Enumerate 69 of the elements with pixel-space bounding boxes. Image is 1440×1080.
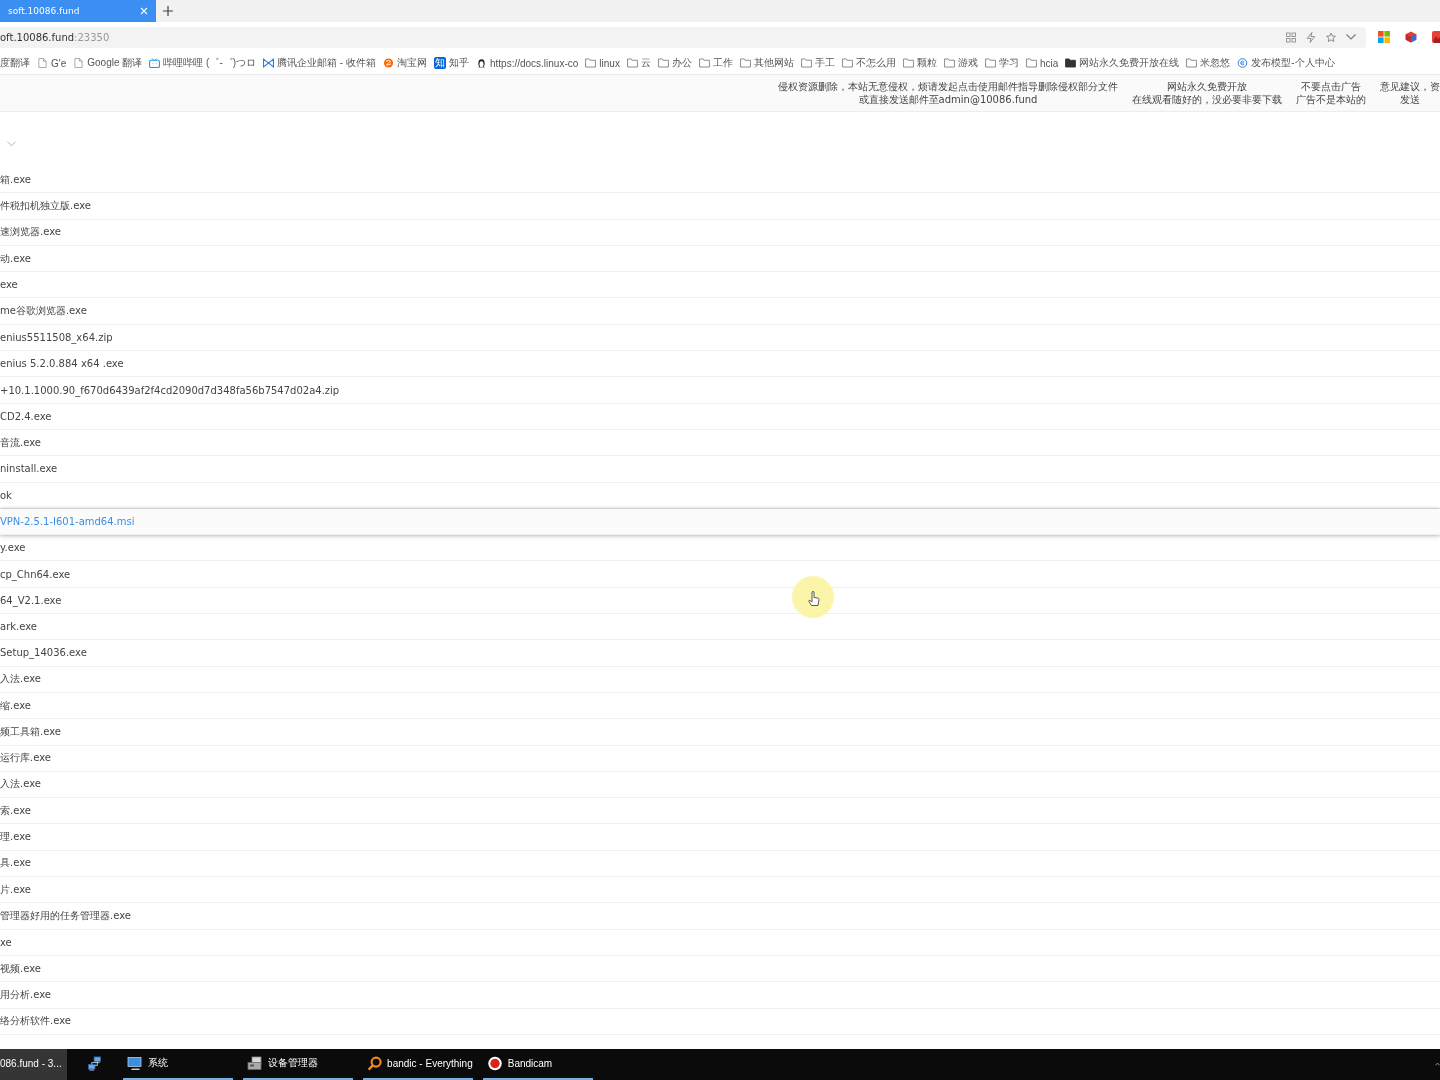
grid-icon[interactable] (1286, 31, 1296, 43)
chevron-up-icon[interactable] (1435, 1061, 1440, 1066)
folder-icon (984, 58, 996, 68)
tv-icon (149, 58, 161, 68)
folder-icon (902, 58, 914, 68)
taskbar-button[interactable]: Bandicam (482, 1048, 593, 1080)
folder-icon (943, 58, 955, 68)
url-field[interactable]: oft.10086.fund:23350 (0, 31, 110, 43)
bookmark-folder[interactable]: 云 (626, 56, 651, 70)
search-icon (366, 1055, 383, 1071)
lightning-icon[interactable] (1306, 31, 1316, 43)
bookmark-folder[interactable]: 学习 (984, 56, 1019, 70)
bookmark-link[interactable]: Google 翻译 (73, 56, 143, 70)
star-icon[interactable] (1326, 31, 1336, 43)
notice-text: 网站永久免费开放 在线观看随好的，没必要非要下载 (1132, 80, 1282, 106)
notice-text: 意见建议，资 发送 (1380, 80, 1440, 106)
bookmark-folder[interactable]: linux (585, 57, 620, 69)
bookmark-folder[interactable]: 游戏 (943, 56, 978, 70)
bookmark-link[interactable]: 腾讯企业邮箱 - 收件箱 (263, 56, 376, 70)
computer-icon (126, 1055, 143, 1071)
tiles-icon[interactable] (1378, 31, 1390, 43)
bookmark-folder[interactable]: 其他网站 (739, 56, 794, 70)
bookmark-link[interactable]: G'e (37, 57, 67, 69)
bookmark-link[interactable]: 度翻译 (0, 56, 30, 70)
chevron-down-icon[interactable] (7, 141, 16, 147)
bookmark-folder[interactable]: hcia (1025, 57, 1059, 69)
bookmark-link[interactable]: 发布模型-个人中心 (1237, 56, 1335, 70)
page-icon (73, 58, 85, 68)
logo-badge: 知 (433, 57, 446, 69)
notice-text: 侵权资源删除，本站无意侵权，烦请发起点击使用邮件指导删除侵权部分文件 或直接发送邮件至admin@10086.fund (778, 80, 1118, 106)
folder-icon (1025, 58, 1037, 68)
cube-icon[interactable] (1405, 31, 1417, 43)
network-icon (86, 1055, 103, 1071)
app-tile-icon[interactable] (1432, 31, 1440, 43)
bookmark-folder[interactable]: 米忽悠 (1186, 56, 1231, 70)
bookmark-link[interactable]: https://docs.linux-co (475, 57, 579, 69)
chevron-down-icon[interactable] (1346, 34, 1356, 40)
bookmark-folder[interactable]: 网站永久免费开放在线 (1065, 56, 1180, 70)
folder-icon (657, 58, 669, 68)
taskbar-button[interactable]: 系统 (122, 1048, 233, 1080)
record-icon (486, 1055, 503, 1071)
folder-icon (626, 58, 638, 68)
taskbar-button[interactable]: bandic - Everything (362, 1048, 473, 1080)
taskbar-button[interactable]: 设备管理器 (242, 1048, 353, 1080)
plus-icon[interactable] (163, 6, 173, 16)
taskbar-button[interactable]: 086.fund - 3... (0, 1048, 67, 1080)
ring-icon (1237, 58, 1249, 68)
bookmark-link[interactable]: 知 知乎 (433, 56, 469, 70)
folder-icon (739, 58, 751, 68)
bookmark-folder[interactable]: 手工 (800, 56, 835, 70)
bookmark-folder[interactable]: 不怎么用 (841, 56, 896, 70)
swirl-icon (382, 58, 394, 68)
close-icon[interactable] (140, 7, 148, 15)
folder-icon (698, 58, 710, 68)
penguin-icon (475, 58, 487, 68)
folder-icon (1186, 58, 1198, 68)
bookmark-link[interactable]: 淘宝网 (382, 56, 427, 70)
printer-icon (246, 1055, 263, 1071)
folder-icon (800, 58, 812, 68)
bookmark-folder[interactable]: 工作 (698, 56, 733, 70)
bowtie-icon (263, 58, 275, 68)
folder-icon (585, 58, 597, 68)
notice-text: 不要点击广告 广告不是本站的 (1296, 80, 1366, 106)
bookmark-folder[interactable]: 办公 (657, 56, 692, 70)
bookmark-folder[interactable]: 颗粒 (902, 56, 937, 70)
page-icon (37, 58, 48, 68)
folder-icon (1065, 58, 1077, 68)
folder-icon (841, 58, 853, 68)
bookmark-link[interactable]: 哔哩哔哩 (゜-゜)つロ (149, 56, 257, 70)
